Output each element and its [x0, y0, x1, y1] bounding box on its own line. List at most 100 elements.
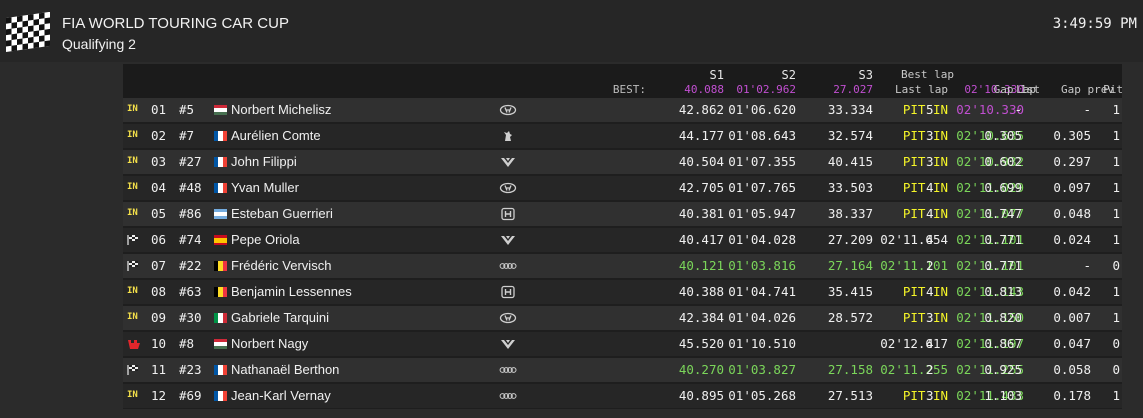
column-best-lap[interactable]: Best lap — [901, 68, 954, 81]
table-row[interactable]: IN 04 #48 Yvan Muller 42.705 01'07.765 33.503 P… — [123, 176, 1122, 200]
car-number: #22 — [179, 258, 202, 273]
status-in: IN — [127, 130, 138, 140]
driver-name: Benjamin Lessennes — [231, 284, 352, 299]
status-in: IN — [127, 390, 138, 400]
pit-count: 0 — [1112, 362, 1120, 377]
table-row[interactable]: IN 08 #63 Benjamin Lessennes 40.388 01'04.741… — [123, 280, 1122, 304]
sector-2-time: 01'04.028 — [728, 232, 796, 247]
cupra-logo-icon — [499, 233, 517, 247]
lap-count: 3 — [926, 310, 934, 325]
sector-1-time: 40.121 — [678, 258, 724, 273]
position: 10 — [151, 336, 167, 351]
lap-count: 2 — [926, 362, 934, 377]
sector-2-time: 01'07.765 — [728, 180, 796, 195]
nationality-flag-icon — [214, 105, 227, 115]
column-s2[interactable]: S2 — [782, 68, 796, 82]
sector-3-time: 27.513 — [827, 388, 873, 403]
column-s3[interactable]: S3 — [859, 68, 873, 82]
column-s1[interactable]: S1 — [710, 68, 724, 82]
lap-count: 3 — [926, 154, 934, 169]
position: 02 — [151, 128, 167, 143]
gap-to-leader: 0.771 — [984, 232, 1022, 247]
position: 04 — [151, 180, 167, 195]
table-row[interactable]: 10 #8 Norbert Nagy 45.520 01'10.510 02'12.617… — [123, 332, 1122, 356]
best-label: BEST: — [612, 83, 646, 96]
car-number: #69 — [179, 388, 202, 403]
sector-1-time: 45.520 — [678, 336, 724, 351]
cupra-logo-icon — [499, 337, 517, 351]
driver-name: Gabriele Tarquini — [231, 310, 330, 325]
position: 11 — [151, 362, 167, 377]
gap-to-previous: 0.042 — [1053, 284, 1091, 299]
status-in: IN — [127, 156, 138, 166]
pit-count: 1 — [1112, 310, 1120, 325]
table-row[interactable]: IN 05 #86 Esteban Guerrieri 40.381 01'05.947 3… — [123, 202, 1122, 226]
last-lap-time: 02'11.101 — [880, 258, 948, 273]
car-number: #48 — [179, 180, 202, 195]
sector-3-time: 38.337 — [827, 206, 873, 221]
table-row[interactable]: IN 09 #30 Gabriele Tarquini 42.384 01'04.026 2… — [123, 306, 1122, 330]
honda-logo-icon — [499, 285, 517, 299]
session-clock: 3:49:59 PM — [1052, 16, 1137, 32]
gap-to-previous: 0.058 — [1053, 362, 1091, 377]
gap-to-previous: 0.047 — [1053, 336, 1091, 351]
sector-3-time: 35.415 — [827, 284, 873, 299]
driver-name: Aurélien Comte — [231, 128, 321, 143]
lap-count: 4 — [926, 336, 934, 351]
pit-count: 1 — [1112, 232, 1120, 247]
status-in: IN — [127, 208, 138, 218]
nationality-flag-icon — [214, 261, 227, 271]
position: 05 — [151, 206, 167, 221]
table-row[interactable]: IN 02 #7 Aurélien Comte 44.177 01'08.643 32.57… — [123, 124, 1122, 148]
lap-count: 3 — [926, 388, 934, 403]
car-number: #30 — [179, 310, 202, 325]
table-row[interactable]: IN 03 #27 John Filippi 40.504 01'07.355 40.415… — [123, 150, 1122, 174]
driver-name: Esteban Guerrieri — [231, 206, 333, 221]
pit-count: 0 — [1112, 336, 1120, 351]
pit-count: 1 — [1112, 128, 1120, 143]
sector-2-time: 01'04.741 — [728, 284, 796, 299]
sector-1-time: 40.417 — [678, 232, 724, 247]
pit-count: 1 — [1112, 102, 1120, 117]
sector-3-time: 27.209 — [827, 232, 873, 247]
nationality-flag-icon — [214, 209, 227, 219]
sector-3-time: 27.164 — [827, 258, 873, 273]
car-number: #7 — [179, 128, 195, 143]
sector-2-time: 01'06.620 — [728, 102, 796, 117]
hyundai-logo-icon — [499, 311, 517, 325]
hyundai-logo-icon — [499, 181, 517, 195]
audi-logo-icon — [499, 363, 517, 377]
nationality-flag-icon — [214, 313, 227, 323]
lap-count: 4 — [926, 284, 934, 299]
last-lap-time: 02'12.617 — [880, 336, 948, 351]
table-row[interactable]: IN 12 #69 Jean-Karl Vernay 40.895 01'05.268 27… — [123, 384, 1122, 408]
column-last-lap[interactable]: Last lap — [895, 83, 948, 96]
nationality-flag-icon — [214, 339, 227, 349]
gap-to-previous: - — [1083, 102, 1091, 117]
gap-to-leader: 1.103 — [984, 388, 1022, 403]
lap-count: 4 — [926, 232, 934, 247]
sector-1-time: 40.270 — [678, 362, 724, 377]
position: 09 — [151, 310, 167, 325]
honda-logo-icon — [499, 207, 517, 221]
sector-3-time: 40.415 — [827, 154, 873, 169]
checkered-flag-icon — [127, 260, 140, 275]
nationality-flag-icon — [214, 183, 227, 193]
checkered-flag-icon — [127, 364, 140, 379]
table-row[interactable]: 07 #22 Frédéric Vervisch 40.121 01'03.816 27.… — [123, 254, 1122, 278]
column-pit[interactable]: Pit — [1103, 83, 1123, 96]
best-s3: 27.027 — [833, 83, 873, 96]
peugeot-logo-icon — [499, 129, 517, 143]
pit-count: 1 — [1112, 388, 1120, 403]
best-s1: 40.088 — [684, 83, 724, 96]
car-number: #86 — [179, 206, 202, 221]
column-gap-1st[interactable]: Gap 1st — [994, 83, 1040, 96]
sector-2-time: 01'03.816 — [728, 258, 796, 273]
table-row[interactable]: IN 01 #5 Norbert Michelisz 42.862 01'06.620 33… — [123, 98, 1122, 122]
table-row[interactable]: 11 #23 Nathanaël Berthon 40.270 01'03.827 27.… — [123, 358, 1122, 382]
gap-to-leader: 0.305 — [984, 128, 1022, 143]
car-number: #23 — [179, 362, 202, 377]
table-row[interactable]: 06 #74 Pepe Oriola 40.417 01'04.028 27.209 02'… — [123, 228, 1122, 252]
alert-crown-icon — [127, 338, 141, 353]
lap-count: 4 — [926, 206, 934, 221]
